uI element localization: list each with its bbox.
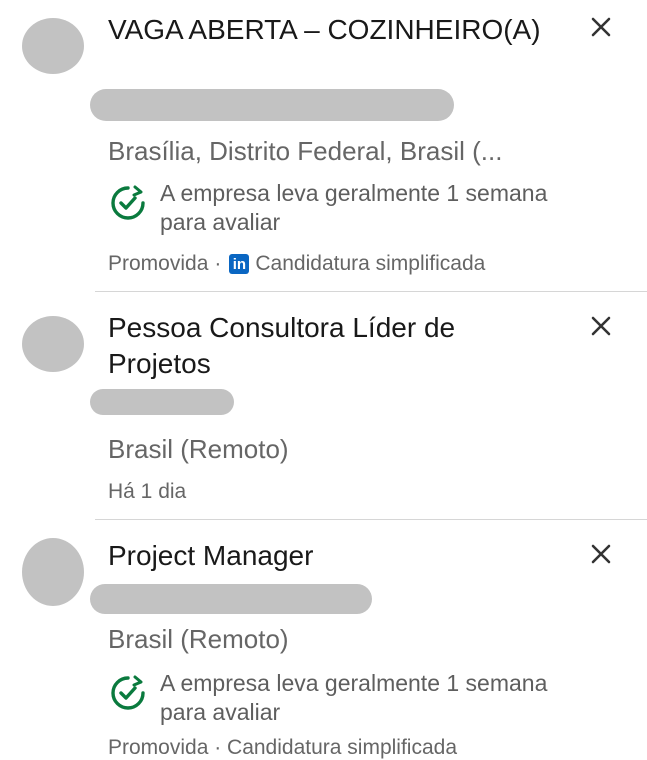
job-title[interactable]: Project Manager xyxy=(108,538,548,574)
job-card[interactable]: Pessoa Consultora Líder de Projetos Bras… xyxy=(0,292,647,520)
check-clock-icon xyxy=(111,675,145,710)
company-logo xyxy=(22,18,84,74)
job-card[interactable]: Project Manager Brasil (Remoto) A empres… xyxy=(0,520,647,759)
job-footer-partial: Promovida · Candidatura simplificada xyxy=(108,736,457,759)
separator: · xyxy=(214,252,222,275)
company-logo xyxy=(22,538,84,606)
close-icon[interactable] xyxy=(588,541,614,567)
promoted-label: Promovida xyxy=(108,252,209,275)
company-name-redacted xyxy=(90,584,372,614)
check-clock-icon xyxy=(111,185,145,220)
close-icon[interactable] xyxy=(588,313,614,339)
insight-text: A empresa leva geralmente 1 semana para … xyxy=(160,180,548,235)
posted-date: Há 1 dia xyxy=(108,480,187,503)
job-location: Brasília, Distrito Federal, Brasil (... xyxy=(108,136,503,166)
insight-text: A empresa leva geralmente 1 semana para … xyxy=(160,670,548,725)
job-title[interactable]: VAGA ABERTA – COZINHEIRO(A) xyxy=(108,12,548,48)
company-name-redacted xyxy=(90,89,454,121)
job-insight: A empresa leva geralmente 1 semana para … xyxy=(108,669,588,729)
company-name-redacted xyxy=(90,389,234,415)
close-icon[interactable] xyxy=(588,14,614,40)
job-card[interactable]: VAGA ABERTA – COZINHEIRO(A) Brasília, Di… xyxy=(0,0,647,292)
job-footer: Promovida · in Candidatura simplificada xyxy=(108,252,485,276)
job-location: Brasil (Remoto) xyxy=(108,434,289,464)
linkedin-icon: in xyxy=(229,254,250,274)
job-location: Brasil (Remoto) xyxy=(108,624,289,654)
job-insight: A empresa leva geralmente 1 semana para … xyxy=(108,179,588,239)
easy-apply-label: Candidatura simplificada xyxy=(255,252,486,275)
company-logo xyxy=(22,316,84,372)
job-title[interactable]: Pessoa Consultora Líder de Projetos xyxy=(108,310,548,382)
